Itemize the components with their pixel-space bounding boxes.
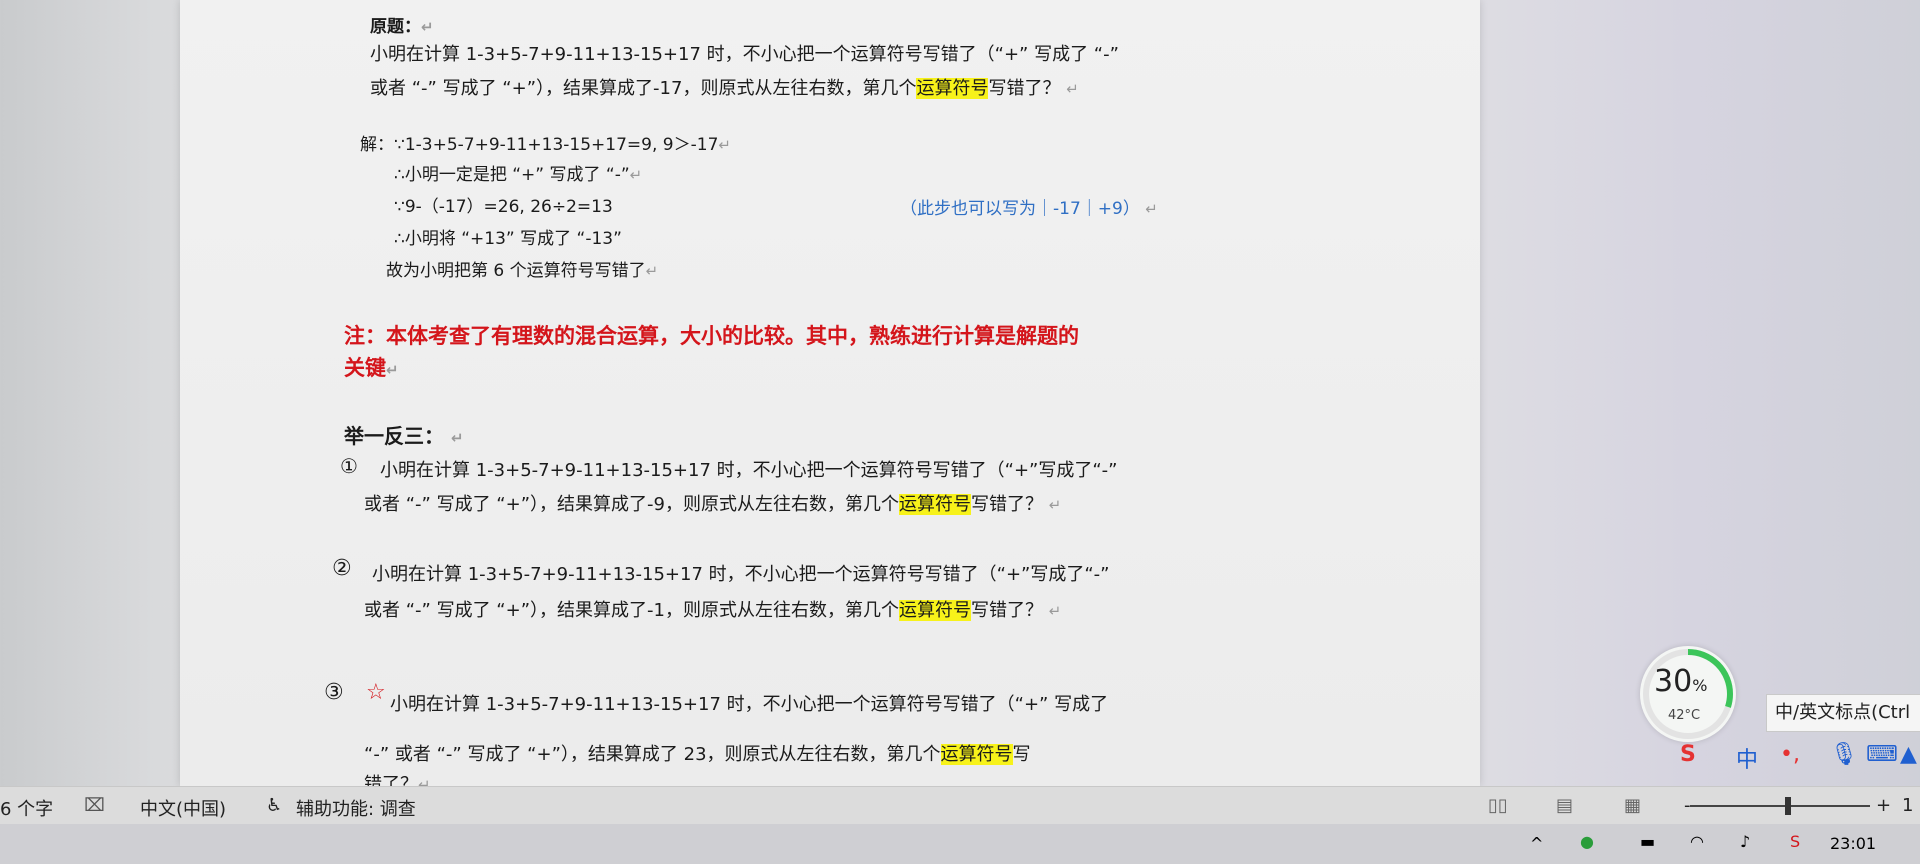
wifi-icon[interactable]: ◠: [1690, 832, 1704, 851]
solution-line-2: ∴小明一定是把 “+” 写成了 “-”↵: [394, 165, 643, 185]
speaker-icon[interactable]: ♪: [1740, 832, 1750, 851]
ime-language-toggle[interactable]: 中: [1736, 742, 1758, 774]
taskbar: ^ ● ▬ ◠ ♪ S 23:01: [0, 824, 1920, 864]
solution-line-5: 故为小明把第 6 个运算符号写错了↵: [386, 261, 659, 281]
clock[interactable]: 23:01: [1830, 834, 1876, 853]
microphone-icon[interactable]: 🎙: [1830, 742, 1858, 767]
note-line-1: 注：本体考查了有理数的混合运算，大小的比较。其中，熟练进行计算是解题的: [344, 324, 1079, 348]
zoom-slider-thumb[interactable]: [1785, 797, 1791, 815]
q2-line-1: 小明在计算 1-3+5-7+9-11+13-15+17 时，不小心把一个运算符号…: [372, 564, 1110, 585]
highlight: 运算符号: [899, 600, 971, 621]
print-layout-icon[interactable]: ▤: [1556, 795, 1573, 816]
solution-line-1: 解：∵1-3+5-7+9-11+13-15+17=9, 9＞-17↵: [360, 135, 731, 155]
q1-line-1: 小明在计算 1-3+5-7+9-11+13-15+17 时，不小心把一个运算符号…: [380, 460, 1118, 481]
original-line-2: 或者 “-” 写成了 “+”），结果算成了-17，则原式从左往右数，第几个运算符…: [370, 78, 1079, 99]
proofing-icon[interactable]: ⌧: [84, 795, 105, 816]
document-page[interactable]: 原题：↵ 小明在计算 1-3+5-7+9-11+13-15+17 时，不小心把一…: [180, 0, 1480, 795]
solution-line-3: ∵9-（-17）=26, 26÷2=13: [394, 197, 613, 217]
cpu-widget[interactable]: 30% 42°C: [1640, 646, 1736, 742]
cpu-temperature: 42°C: [1668, 708, 1701, 723]
ime-tray-icon[interactable]: S: [1790, 832, 1800, 851]
keyboard-icon[interactable]: ⌨: [1866, 742, 1898, 767]
accessibility-status[interactable]: 辅助功能: 调查: [296, 795, 416, 821]
ime-toolbar: S 中 •, 🎙 ⌨ ▲: [1680, 738, 1920, 776]
app-tray-icon[interactable]: ●: [1580, 832, 1594, 851]
q2-number: ②: [332, 556, 352, 581]
word-count[interactable]: 6 个字: [0, 795, 53, 821]
highlight: 运算符号: [940, 744, 1013, 765]
original-label: 原题：↵: [370, 17, 434, 37]
q3-line-1: 小明在计算 1-3+5-7+9-11+13-15+17 时，不小心把一个运算符号…: [390, 694, 1109, 715]
highlight: 运算符号: [899, 494, 971, 515]
status-bar: 6 个字 ⌧ 中文(中国) ♿ 辅助功能: 调查 ▯▯ ▤ ▦ - + 1: [0, 786, 1920, 825]
skin-icon[interactable]: ▲: [1900, 742, 1917, 767]
q3-number: ③: [324, 680, 344, 705]
note-line-2: 关键↵: [344, 356, 399, 380]
punctuation-toggle[interactable]: •,: [1780, 742, 1800, 767]
solution-line-4: ∴小明将 “+13” 写成了 “-13”: [394, 229, 622, 249]
battery-icon[interactable]: ▬: [1640, 832, 1655, 851]
chevron-up-icon[interactable]: ^: [1530, 834, 1543, 853]
extension-title: 举一反三： ↵: [344, 424, 464, 448]
read-mode-icon[interactable]: ▯▯: [1488, 795, 1508, 816]
accessibility-icon[interactable]: ♿: [266, 795, 282, 816]
star-icon: ☆: [366, 680, 386, 705]
ime-logo-icon[interactable]: S: [1680, 742, 1696, 767]
zoom-in-button[interactable]: +: [1876, 795, 1891, 816]
q1-line-2: 或者 “-” 写成了 “+”），结果算成了-9，则原式从左往右数，第几个运算符号…: [364, 494, 1062, 515]
q3-line-2: “-” 或者 “-” 写成了 “+”），结果算成了 23，则原式从左往右数，第几…: [364, 744, 1031, 765]
highlight: 运算符号: [916, 78, 989, 99]
solution-note: （此步也可以写为｜-17｜+9） ↵: [900, 199, 1158, 219]
language-indicator[interactable]: 中文(中国): [140, 795, 226, 821]
original-line-1: 小明在计算 1-3+5-7+9-11+13-15+17 时，不小心把一个运算符号…: [370, 44, 1119, 65]
zoom-level[interactable]: 1: [1902, 795, 1913, 816]
cpu-percent: 30%: [1654, 664, 1708, 699]
q2-line-2: 或者 “-” 写成了 “+”），结果算成了-1，则原式从左往右数，第几个运算符号…: [364, 600, 1062, 621]
tooltip: 中/英文标点(Ctrl: [1766, 694, 1920, 732]
zoom-slider[interactable]: [1690, 805, 1870, 807]
web-layout-icon[interactable]: ▦: [1624, 795, 1641, 816]
q1-number: ①: [340, 454, 358, 478]
